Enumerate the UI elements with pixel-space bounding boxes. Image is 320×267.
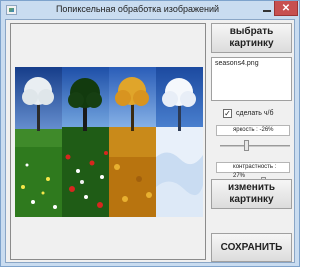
app-icon: [6, 5, 17, 15]
choose-image-button[interactable]: выбрать картинку: [211, 23, 292, 53]
window-title: Попиксельная обработка изображений: [55, 4, 220, 14]
brightness-slider-thumb[interactable]: [244, 140, 249, 151]
brightness-label: яркость : -26%: [216, 125, 290, 136]
brightness-slider[interactable]: [220, 139, 290, 153]
seasons-image: [15, 67, 203, 217]
grayscale-checkbox-row[interactable]: ✓ сделать ч/б: [223, 108, 273, 118]
image-strip-winter: [15, 67, 62, 217]
title-bar[interactable]: Попиксельная обработка изображений ✕: [1, 1, 299, 19]
close-button[interactable]: ✕: [274, 1, 298, 16]
grayscale-label: сделать ч/б: [236, 109, 274, 117]
image-strip-summer: [62, 67, 109, 217]
filename-textbox[interactable]: seasons4.png: [211, 57, 292, 101]
save-button[interactable]: СОХРАНИТЬ: [211, 233, 292, 262]
grayscale-checkbox[interactable]: ✓: [223, 108, 232, 118]
form-client-area: выбрать картинку seasons4.png ✓ сделать …: [5, 19, 295, 263]
app-window: Попиксельная обработка изображений ✕ выб…: [0, 0, 300, 267]
contrast-label: контрастность : 27%: [216, 162, 290, 179]
image-strip-autumn: [109, 67, 156, 217]
image-strip-snow: [156, 67, 203, 217]
brightness-track: [220, 145, 290, 147]
picture-box: [10, 23, 206, 260]
filename-text: seasons4.png: [215, 60, 259, 67]
change-image-button[interactable]: изменить картинку: [211, 179, 292, 209]
minimize-button[interactable]: [261, 2, 273, 15]
